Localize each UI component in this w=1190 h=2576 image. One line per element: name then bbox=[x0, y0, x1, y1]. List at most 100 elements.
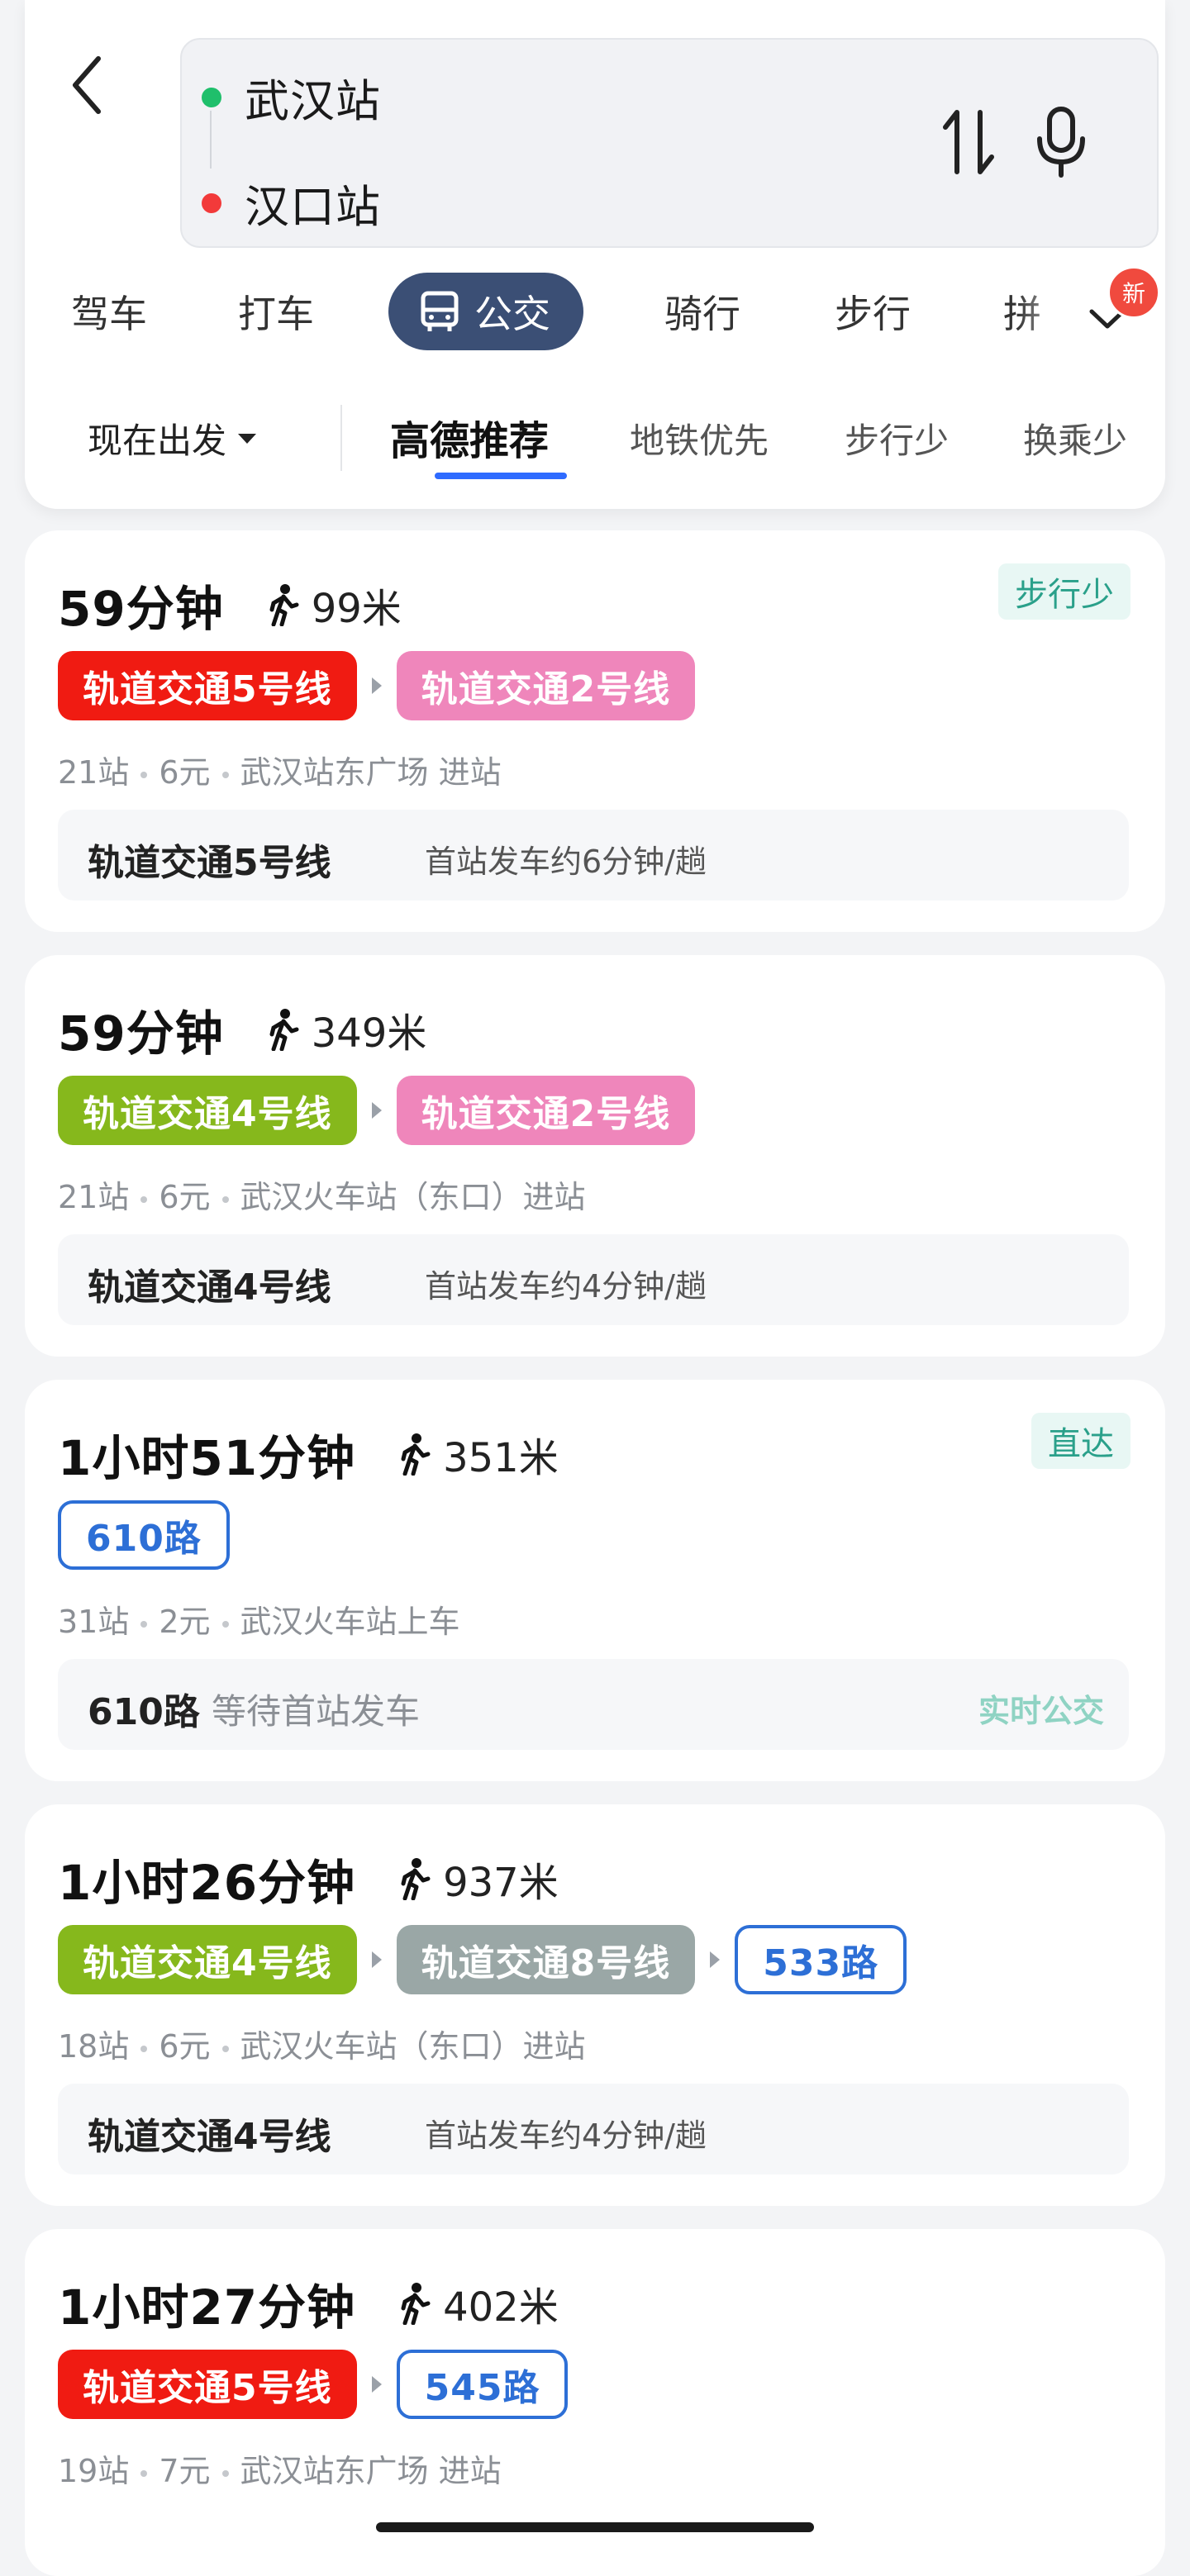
destination-field[interactable]: 汉口站 bbox=[202, 170, 381, 235]
entry-station: 武汉火车站（东口）进站 bbox=[240, 2028, 586, 2065]
transfer-arrow-icon bbox=[371, 1102, 382, 1119]
separator-dot bbox=[221, 2045, 229, 2052]
walk-distance: 99米 bbox=[267, 576, 402, 634]
preference-row: 现在出发 高德推荐 地铁优先 步行少 换乘少 bbox=[25, 397, 1165, 487]
tab-taxi[interactable]: 打车 bbox=[238, 284, 314, 339]
back-button[interactable] bbox=[58, 40, 116, 131]
route-meta: 19站 7元 武汉站东广场 进站 bbox=[58, 2445, 502, 2491]
bus-icon bbox=[416, 288, 463, 335]
line-chip: 轨道交通5号线 bbox=[58, 2350, 357, 2419]
line-chip: 轨道交通2号线 bbox=[396, 651, 696, 720]
route-duration: 1小时27分钟 bbox=[58, 2279, 356, 2336]
mode-tabs: 驾车 打车 公交 骑行 步行 拼 bbox=[25, 273, 1165, 355]
entry-station: 武汉站东广场 进站 bbox=[240, 2453, 502, 2489]
station-count: 21站 bbox=[58, 1179, 130, 1215]
walk-distance-value: 351米 bbox=[443, 1435, 559, 1481]
caret-down-icon bbox=[238, 433, 257, 444]
origin-dot-icon bbox=[202, 87, 221, 107]
fare: 6元 bbox=[159, 1179, 211, 1215]
origin-text: 武汉站 bbox=[245, 75, 381, 127]
walk-distance: 351米 bbox=[398, 1425, 559, 1483]
entry-station: 武汉站东广场 进站 bbox=[240, 754, 502, 791]
walk-distance-value: 402米 bbox=[443, 2284, 559, 2331]
pref-recommended[interactable]: 高德推荐 bbox=[390, 408, 549, 466]
realtime-bus-link[interactable]: 实时公交 bbox=[978, 1685, 1104, 1731]
walking-icon bbox=[398, 2282, 431, 2325]
swap-button[interactable] bbox=[935, 102, 1002, 182]
detail-line-name: 轨道交通5号线 bbox=[88, 842, 331, 884]
walk-distance: 937米 bbox=[398, 1850, 559, 1908]
bus-line-chip: 545路 bbox=[396, 2350, 569, 2419]
divider bbox=[340, 405, 342, 471]
route-duration: 59分钟 bbox=[58, 581, 224, 637]
detail-line-name: 610路 bbox=[88, 1691, 200, 1733]
line-chips: 轨道交通4号线 轨道交通8号线 533路 bbox=[58, 1925, 907, 1994]
transfer-arrow-icon bbox=[371, 677, 382, 694]
transfer-arrow-icon bbox=[371, 1951, 382, 1968]
walking-icon bbox=[267, 583, 300, 626]
line-detail: 610路 等待首站发车 实时公交 bbox=[58, 1659, 1129, 1750]
route-meta: 21站 6元 武汉火车站（东口）进站 bbox=[58, 1172, 586, 1217]
separator-dot bbox=[140, 771, 148, 778]
detail-frequency: 首站发车约4分钟/趟 bbox=[425, 2117, 707, 2154]
fare: 7元 bbox=[159, 2453, 211, 2489]
line-chip: 轨道交通8号线 bbox=[396, 1925, 696, 1994]
pref-subway-first[interactable]: 地铁优先 bbox=[630, 413, 769, 463]
tab-walk[interactable]: 步行 bbox=[835, 284, 911, 339]
bus-line-chip: 610路 bbox=[58, 1500, 230, 1570]
line-detail: 轨道交通4号线 首站发车约4分钟/趟 bbox=[58, 1234, 1129, 1325]
separator-dot bbox=[140, 1195, 148, 1203]
line-chip: 轨道交通2号线 bbox=[396, 1076, 696, 1145]
walking-icon bbox=[398, 1433, 431, 1476]
tab-bike[interactable]: 骑行 bbox=[664, 284, 740, 339]
pref-less-transfer[interactable]: 换乘少 bbox=[1023, 413, 1127, 463]
separator-dot bbox=[140, 2469, 148, 2477]
destination-dot-icon bbox=[202, 192, 221, 213]
station-count: 19站 bbox=[58, 2453, 130, 2489]
route-meta: 18站 6元 武汉火车站（东口）进站 bbox=[58, 2021, 586, 2066]
detail-line-name: 轨道交通4号线 bbox=[88, 1267, 331, 1309]
line-chips: 轨道交通5号线 轨道交通2号线 bbox=[58, 651, 696, 720]
line-chip: 轨道交通4号线 bbox=[58, 1925, 357, 1994]
tab-drive[interactable]: 驾车 bbox=[71, 284, 147, 339]
route-tag: 步行少 bbox=[998, 563, 1130, 620]
departure-time-selector[interactable]: 现在出发 bbox=[88, 413, 257, 463]
tabs-fade bbox=[1016, 273, 1083, 355]
line-chips: 轨道交通4号线 轨道交通2号线 bbox=[58, 1076, 696, 1145]
separator-dot bbox=[140, 1620, 148, 1628]
route-duration: 59分钟 bbox=[58, 1005, 224, 1062]
route-card[interactable]: 59分钟 99米 步行少 轨道交通5号线 轨道交通2号线 21站 6元 武汉站东广场… bbox=[25, 530, 1165, 932]
tab-transit-label: 公交 bbox=[474, 292, 550, 336]
line-chip: 轨道交通4号线 bbox=[58, 1076, 357, 1145]
detail-status: 等待首站发车 bbox=[212, 1691, 421, 1732]
route-card[interactable]: 1小时26分钟 937米 轨道交通4号线 轨道交通8号线 533路 18站 6元武… bbox=[25, 1804, 1165, 2206]
route-meta: 21站 6元 武汉站东广场 进站 bbox=[58, 747, 502, 792]
separator-dot bbox=[140, 2045, 148, 2052]
walking-icon bbox=[267, 1008, 300, 1051]
destination-text: 汉口站 bbox=[245, 181, 381, 233]
transfer-arrow-icon bbox=[371, 2376, 382, 2393]
entry-station: 武汉火车站（东口）进站 bbox=[240, 1179, 586, 1215]
transfer-arrow-icon bbox=[710, 1951, 721, 1968]
microphone-icon bbox=[1037, 107, 1085, 178]
voice-button[interactable] bbox=[1028, 102, 1094, 182]
back-arrow-icon bbox=[73, 56, 101, 114]
separator-dot bbox=[221, 771, 229, 778]
line-detail: 轨道交通5号线 首站发车约6分钟/趟 bbox=[58, 810, 1129, 901]
home-indicator[interactable] bbox=[376, 2522, 814, 2532]
line-chips: 610路 bbox=[58, 1500, 230, 1570]
walk-distance-value: 99米 bbox=[311, 586, 402, 632]
detail-frequency: 首站发车约4分钟/趟 bbox=[425, 1268, 707, 1305]
origin-field[interactable]: 武汉站 bbox=[202, 64, 381, 130]
swap-icon bbox=[943, 110, 994, 174]
tab-transit[interactable]: 公交 bbox=[388, 273, 583, 350]
route-duration: 1小时51分钟 bbox=[58, 1430, 356, 1486]
route-card[interactable]: 59分钟 349米 轨道交通4号线 轨道交通2号线 21站 6元 武汉火车站（东口）… bbox=[25, 955, 1165, 1357]
route-duration: 1小时26分钟 bbox=[58, 1855, 356, 1911]
route-input-box: 武汉站 汉口站 bbox=[180, 38, 1159, 248]
route-tag: 直达 bbox=[1031, 1413, 1130, 1469]
pref-less-walk[interactable]: 步行少 bbox=[845, 413, 949, 463]
route-card[interactable]: 1小时51分钟 351米 直达 610路 31站 2元 武汉火车站上车 610路 等… bbox=[25, 1380, 1165, 1781]
separator-dot bbox=[221, 2469, 229, 2477]
walk-distance: 402米 bbox=[398, 2274, 559, 2332]
